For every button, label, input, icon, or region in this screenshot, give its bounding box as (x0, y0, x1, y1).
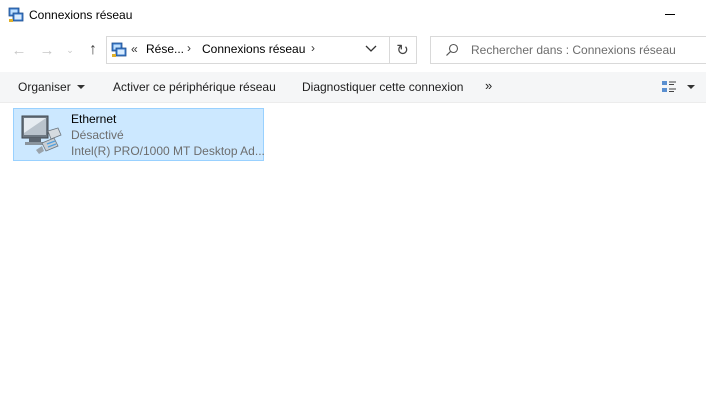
more-commands-button[interactable]: » (485, 78, 492, 93)
address-bar[interactable]: « Rése... › Connexions réseau › (106, 36, 390, 64)
connection-item-ethernet[interactable]: Ethernet Désactivé Intel(R) PRO/1000 MT … (13, 108, 265, 161)
diagnose-connection-button[interactable]: Diagnostiquer cette connexion (302, 80, 463, 94)
command-bar: Organiser Activer ce périphérique réseau… (0, 72, 706, 103)
breadcrumb-overflow-icon[interactable]: « (131, 42, 138, 56)
address-dropdown-icon[interactable] (365, 44, 377, 54)
up-button[interactable]: ↑ (83, 33, 103, 67)
activate-device-button[interactable]: Activer ce périphérique réseau (113, 80, 276, 94)
ethernet-adapter-icon (21, 115, 62, 154)
search-placeholder: Rechercher dans : Connexions réseau (471, 43, 676, 57)
network-connections-icon (8, 7, 24, 22)
back-arrow-icon: ← (11, 41, 27, 59)
window-title: Connexions réseau (29, 8, 133, 22)
refresh-button[interactable]: ↻ (389, 36, 417, 64)
search-input[interactable]: Rechercher dans : Connexions réseau (430, 36, 706, 64)
breadcrumb-separator-icon[interactable]: › (311, 41, 315, 55)
forward-button[interactable]: → (37, 33, 57, 67)
search-icon (446, 43, 459, 56)
organize-label: Organiser (18, 80, 71, 94)
minimize-button[interactable] (652, 0, 688, 30)
organize-menu[interactable]: Organiser (18, 80, 85, 94)
connection-device: Intel(R) PRO/1000 MT Desktop Ad... (71, 144, 265, 158)
recent-locations-button[interactable]: ⌄ (62, 33, 78, 67)
refresh-icon: ↻ (396, 42, 409, 59)
breadcrumb-separator-icon[interactable]: › (187, 41, 191, 55)
view-options-icon[interactable] (661, 80, 677, 94)
recent-locations-icon: ⌄ (66, 44, 74, 55)
navigation-bar: ← → ⌄ ↑ « Rése... › Connexions réseau › … (0, 33, 706, 67)
back-button[interactable]: ← (9, 33, 29, 67)
breadcrumb-network[interactable]: Rése... (146, 42, 184, 56)
chevron-down-icon (76, 85, 85, 89)
view-options-dropdown-icon[interactable] (687, 85, 695, 89)
breadcrumb-network-connections[interactable]: Connexions réseau (202, 42, 305, 56)
up-arrow-icon: ↑ (89, 41, 97, 58)
network-connections-icon (111, 42, 127, 57)
forward-arrow-icon: → (39, 41, 55, 59)
connection-status: Désactivé (71, 128, 124, 142)
connection-name: Ethernet (71, 112, 117, 126)
title-bar: Connexions réseau (0, 0, 706, 30)
